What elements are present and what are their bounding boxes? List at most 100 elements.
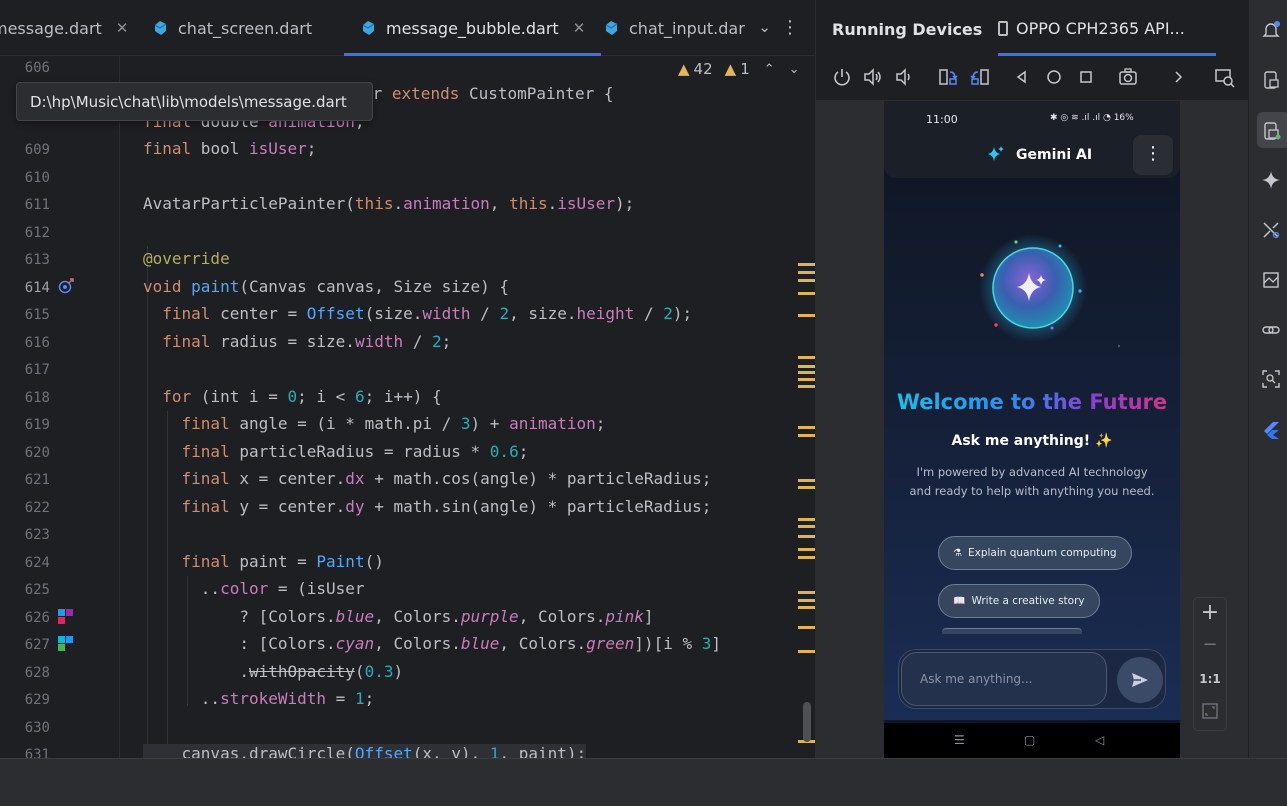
line-number: 614 (24, 280, 50, 296)
code-area[interactable]: er extends CustomPainter { final double … (143, 56, 793, 758)
send-button[interactable] (1117, 657, 1163, 703)
chevron-down-icon[interactable]: ⌄ (758, 18, 771, 36)
zoom-out-button[interactable]: − (1194, 634, 1226, 655)
welcome-heading: Welcome to the Future (884, 390, 1180, 414)
overview-icon[interactable] (1075, 66, 1097, 88)
color-swatch-icon[interactable] (58, 609, 74, 625)
layout-inspector-icon[interactable] (1261, 369, 1281, 389)
close-icon[interactable]: ✕ (573, 19, 586, 37)
line-number: 619 (24, 417, 50, 433)
volume-down-icon[interactable] (893, 66, 915, 88)
chevron-right-icon[interactable] (1167, 66, 1189, 88)
rotate-left-icon[interactable] (937, 66, 959, 88)
line-number: 626 (24, 610, 50, 626)
vertical-scrollbar[interactable] (803, 702, 811, 742)
link-icon[interactable] (1261, 320, 1281, 340)
power-icon[interactable] (831, 66, 853, 88)
device-tab[interactable]: OPPO CPH2365 API... (998, 0, 1216, 56)
status-time: 11:00 (926, 113, 958, 126)
more-vertical-icon[interactable]: ⋮ (781, 17, 799, 38)
dart-file-icon (605, 21, 618, 35)
color-swatch-icon[interactable] (58, 636, 74, 652)
suggestion-chip[interactable] (942, 628, 1082, 634)
tab-label: chat_input.dar (629, 18, 745, 38)
code-line: ..color = (isUser (143, 579, 365, 598)
tab-message-dart[interactable]: message.dart ✕ (0, 0, 128, 56)
code-line: ? [Colors.blue, Colors.purple, Colors.pi… (143, 607, 654, 626)
code-line: @override (143, 249, 230, 268)
tab-label: message_bubble.dart (386, 18, 559, 38)
rotate-right-icon[interactable] (969, 66, 991, 88)
flutter-icon[interactable] (1261, 420, 1281, 440)
code-line: for (int i = 0; i < 6; i++) { (162, 387, 442, 406)
code-editor[interactable]: message.dart ✕ chat_screen.dart message_… (0, 0, 815, 758)
phone-icon (998, 20, 1008, 36)
right-tool-strip (1248, 0, 1287, 758)
error-stripe[interactable] (798, 56, 815, 758)
phone-screen[interactable]: 11:00 ✱ ◎ ≋ .ıl .ıl ◔ 16% Gemini AI ⋮ We… (884, 101, 1180, 758)
message-input-bar: Ask me anything... (898, 649, 1166, 709)
close-icon[interactable]: ✕ (116, 19, 129, 37)
suggestion-label: Write a creative story (971, 595, 1085, 607)
warning-count: 42 (693, 60, 713, 78)
gemini-icon[interactable] (1261, 170, 1281, 190)
line-number: 615 (24, 307, 50, 323)
book-icon: 📖 (953, 595, 966, 607)
send-icon (1132, 673, 1148, 687)
recents-nav-icon[interactable]: ☰ (954, 733, 965, 747)
line-number: 621 (24, 472, 50, 488)
message-input[interactable]: Ask me anything... (901, 652, 1107, 706)
suggestion-chip[interactable]: ⚗ Explain quantum computing (938, 536, 1132, 570)
line-number: 613 (24, 252, 50, 268)
running-devices-header: Running Devices OPPO CPH2365 API... (816, 0, 1249, 56)
tab-chat-screen-dart[interactable]: chat_screen.dart (152, 0, 312, 56)
code-line: .withOpacity(0.3) (143, 662, 404, 681)
code-line: final center = Offset(size.width / 2, si… (162, 304, 693, 323)
line-number: 624 (24, 555, 50, 571)
status-bar (0, 758, 1287, 806)
line-number: 627 (24, 637, 50, 653)
home-icon[interactable] (1043, 66, 1065, 88)
home-nav-icon[interactable]: ▢ (1024, 733, 1035, 747)
code-line: final paint = Paint() (181, 552, 384, 571)
zoom-controls: + − 1:1 (1193, 597, 1227, 731)
back-icon[interactable] (1011, 66, 1033, 88)
volume-up-icon[interactable] (862, 66, 884, 88)
app-inspection-icon[interactable] (1261, 270, 1281, 290)
device-file-explorer-icon[interactable] (1261, 70, 1281, 90)
panel-title: Running Devices (832, 20, 983, 39)
line-number: 610 (24, 170, 50, 186)
editor-tab-bar: message.dart ✕ chat_screen.dart message_… (0, 0, 815, 56)
tools-icon[interactable] (1261, 220, 1281, 240)
tab-message-bubble-dart[interactable]: message_bubble.dart ✕ (344, 0, 602, 56)
sparkle-icon (988, 146, 1004, 161)
line-number: 617 (24, 362, 50, 378)
line-number: 616 (24, 335, 50, 351)
tab-label: chat_screen.dart (178, 18, 313, 38)
code-line: : [Colors.cyan, Colors.blue, Colors.gree… (143, 634, 722, 653)
override-marker-icon[interactable] (58, 278, 74, 294)
zoom-in-button[interactable]: + (1194, 600, 1226, 625)
code-line: final bool isUser; (143, 139, 317, 158)
weak-warning-icon: ▲ (724, 60, 737, 78)
overflow-menu-button[interactable]: ⋮ (1133, 135, 1173, 175)
chevron-up-icon[interactable]: ⌃ (764, 62, 775, 77)
device-manager-icon[interactable] (1213, 66, 1235, 88)
app-title-group: Gemini AI (986, 145, 1092, 165)
back-nav-icon[interactable]: ◁ (1095, 733, 1104, 747)
line-number: 609 (24, 142, 50, 158)
line-number: 630 (24, 720, 50, 736)
line-number: 620 (24, 445, 50, 461)
fit-screen-icon[interactable] (1194, 702, 1226, 724)
screenshot-icon[interactable] (1117, 66, 1139, 88)
suggestion-chip[interactable]: 📖 Write a creative story (938, 584, 1100, 618)
notifications-icon[interactable] (1261, 20, 1281, 40)
dart-file-icon (362, 21, 375, 35)
tab-chat-input-dart[interactable]: chat_input.dar (603, 0, 745, 56)
running-devices-icon[interactable] (1261, 121, 1281, 141)
device-tab-label: OPPO CPH2365 API... (1016, 18, 1185, 38)
file-path-tooltip: D:\hp\Music\chat\lib\models\message.dart (16, 82, 373, 121)
zoom-actual-size-button[interactable]: 1:1 (1194, 672, 1226, 686)
inspection-widget[interactable]: ▲ 42 ▲ 1 ⌃ ⌄ (678, 60, 800, 78)
code-line: canvas.drawCircle(Offset(x, y), 1, paint… (143, 744, 587, 758)
